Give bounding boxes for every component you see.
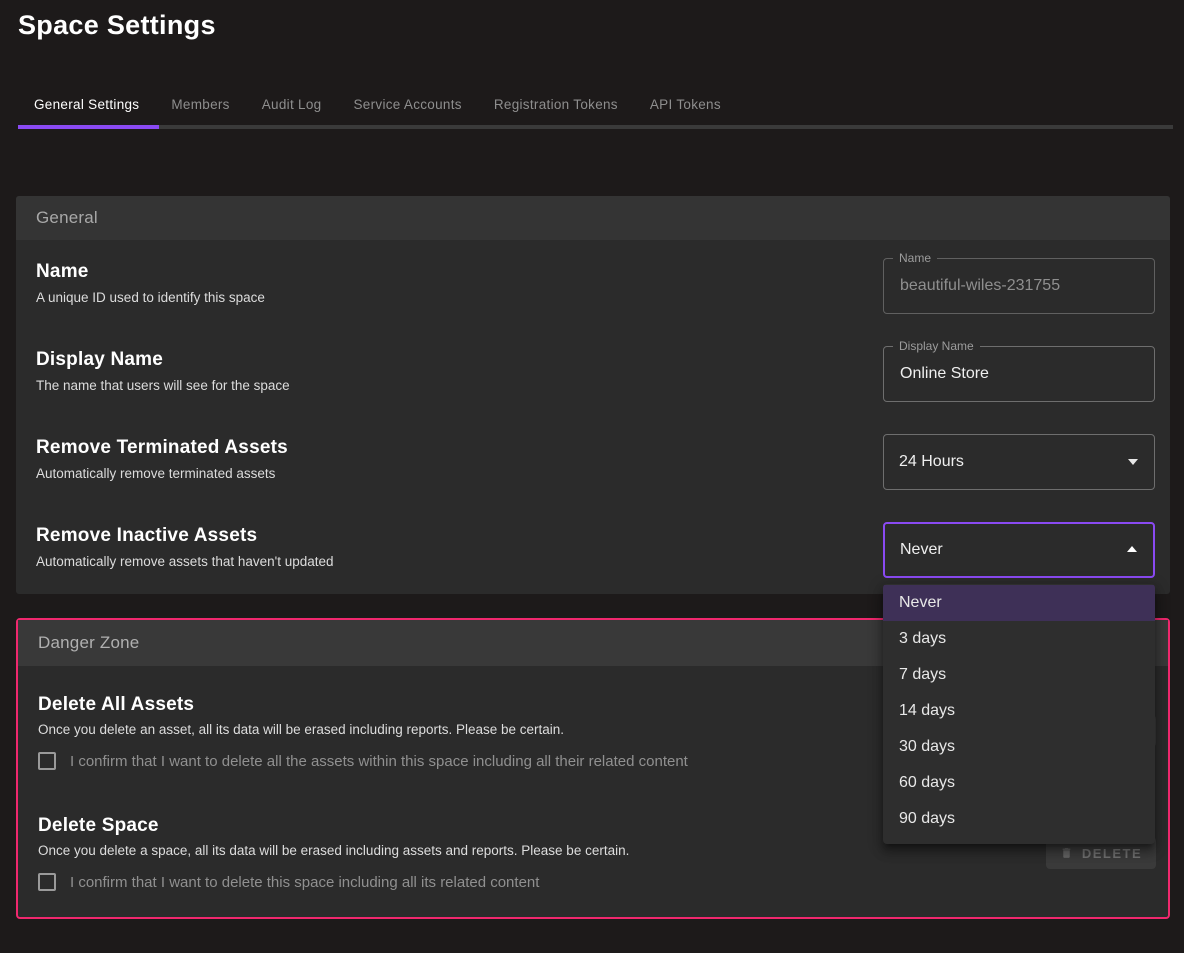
danger-zone-title: Danger Zone: [38, 633, 139, 653]
remove-inactive-description: Automatically remove assets that haven't…: [36, 554, 334, 569]
remove-inactive-title: Remove Inactive Assets: [36, 525, 334, 547]
dropdown-option-7-days[interactable]: 7 days: [883, 657, 1155, 693]
remove-terminated-description: Automatically remove terminated assets: [36, 466, 288, 481]
dropdown-option-3-days[interactable]: 3 days: [883, 621, 1155, 657]
name-input[interactable]: Name beautiful-wiles-231755: [883, 258, 1155, 314]
delete-space-description: Once you delete a space, all its data wi…: [38, 843, 1148, 858]
delete-space-button-label: DELETE: [1082, 846, 1142, 861]
name-input-value: beautiful-wiles-231755: [900, 259, 1144, 313]
active-tab-indicator: [18, 125, 159, 129]
dropdown-option-14-days[interactable]: 14 days: [883, 693, 1155, 729]
chevron-up-icon: [1127, 546, 1137, 552]
tab-underline-track: [18, 125, 1173, 129]
general-card-title: General: [36, 208, 98, 228]
general-card-body: Name A unique ID used to identify this s…: [16, 240, 1170, 594]
dropdown-option-never[interactable]: Never: [883, 585, 1155, 621]
remove-inactive-select-value: Never: [900, 524, 1143, 576]
page-title: Space Settings: [18, 10, 216, 41]
remove-terminated-row: Remove Terminated Assets Automatically r…: [36, 434, 1155, 490]
delete-all-assets-checkbox-label: I confirm that I want to delete all the …: [70, 753, 688, 770]
dropdown-option-90-days[interactable]: 90 days: [883, 801, 1155, 837]
tab-audit-log[interactable]: Audit Log: [246, 94, 338, 116]
delete-space-checkbox-label: I confirm that I want to delete this spa…: [70, 874, 539, 891]
tab-api-tokens[interactable]: API Tokens: [634, 94, 737, 116]
remove-terminated-title: Remove Terminated Assets: [36, 437, 288, 459]
display-name-row: Display Name The name that users will se…: [36, 346, 1155, 402]
name-row: Name A unique ID used to identify this s…: [36, 258, 1155, 314]
tab-general-settings[interactable]: General Settings: [18, 94, 155, 116]
display-name-row-title: Display Name: [36, 349, 290, 371]
delete-all-assets-checkbox[interactable]: [38, 752, 56, 770]
display-name-input-value: Online Store: [900, 347, 1144, 401]
remove-inactive-select[interactable]: Never: [883, 522, 1155, 578]
delete-space-checkbox[interactable]: [38, 873, 56, 891]
dropdown-option-60-days[interactable]: 60 days: [883, 765, 1155, 801]
tab-bar: General Settings Members Audit Log Servi…: [18, 94, 737, 116]
inactive-assets-dropdown-menu: Never 3 days 7 days 14 days 30 days 60 d…: [883, 584, 1155, 844]
trash-icon: [1060, 846, 1073, 860]
chevron-down-icon: [1128, 459, 1138, 465]
name-row-description: A unique ID used to identify this space: [36, 290, 265, 305]
display-name-input[interactable]: Display Name Online Store: [883, 346, 1155, 402]
tab-service-accounts[interactable]: Service Accounts: [337, 94, 477, 116]
general-card: General Name A unique ID used to identif…: [16, 196, 1170, 594]
general-card-header: General: [16, 196, 1170, 240]
remove-inactive-row: Remove Inactive Assets Automatically rem…: [36, 522, 1155, 578]
tab-registration-tokens[interactable]: Registration Tokens: [478, 94, 634, 116]
name-row-title: Name: [36, 261, 265, 283]
display-name-row-description: The name that users will see for the spa…: [36, 378, 290, 393]
dropdown-option-30-days[interactable]: 30 days: [883, 729, 1155, 765]
remove-terminated-select[interactable]: 24 Hours: [883, 434, 1155, 490]
tab-members[interactable]: Members: [155, 94, 245, 116]
remove-terminated-select-value: 24 Hours: [899, 435, 1144, 489]
